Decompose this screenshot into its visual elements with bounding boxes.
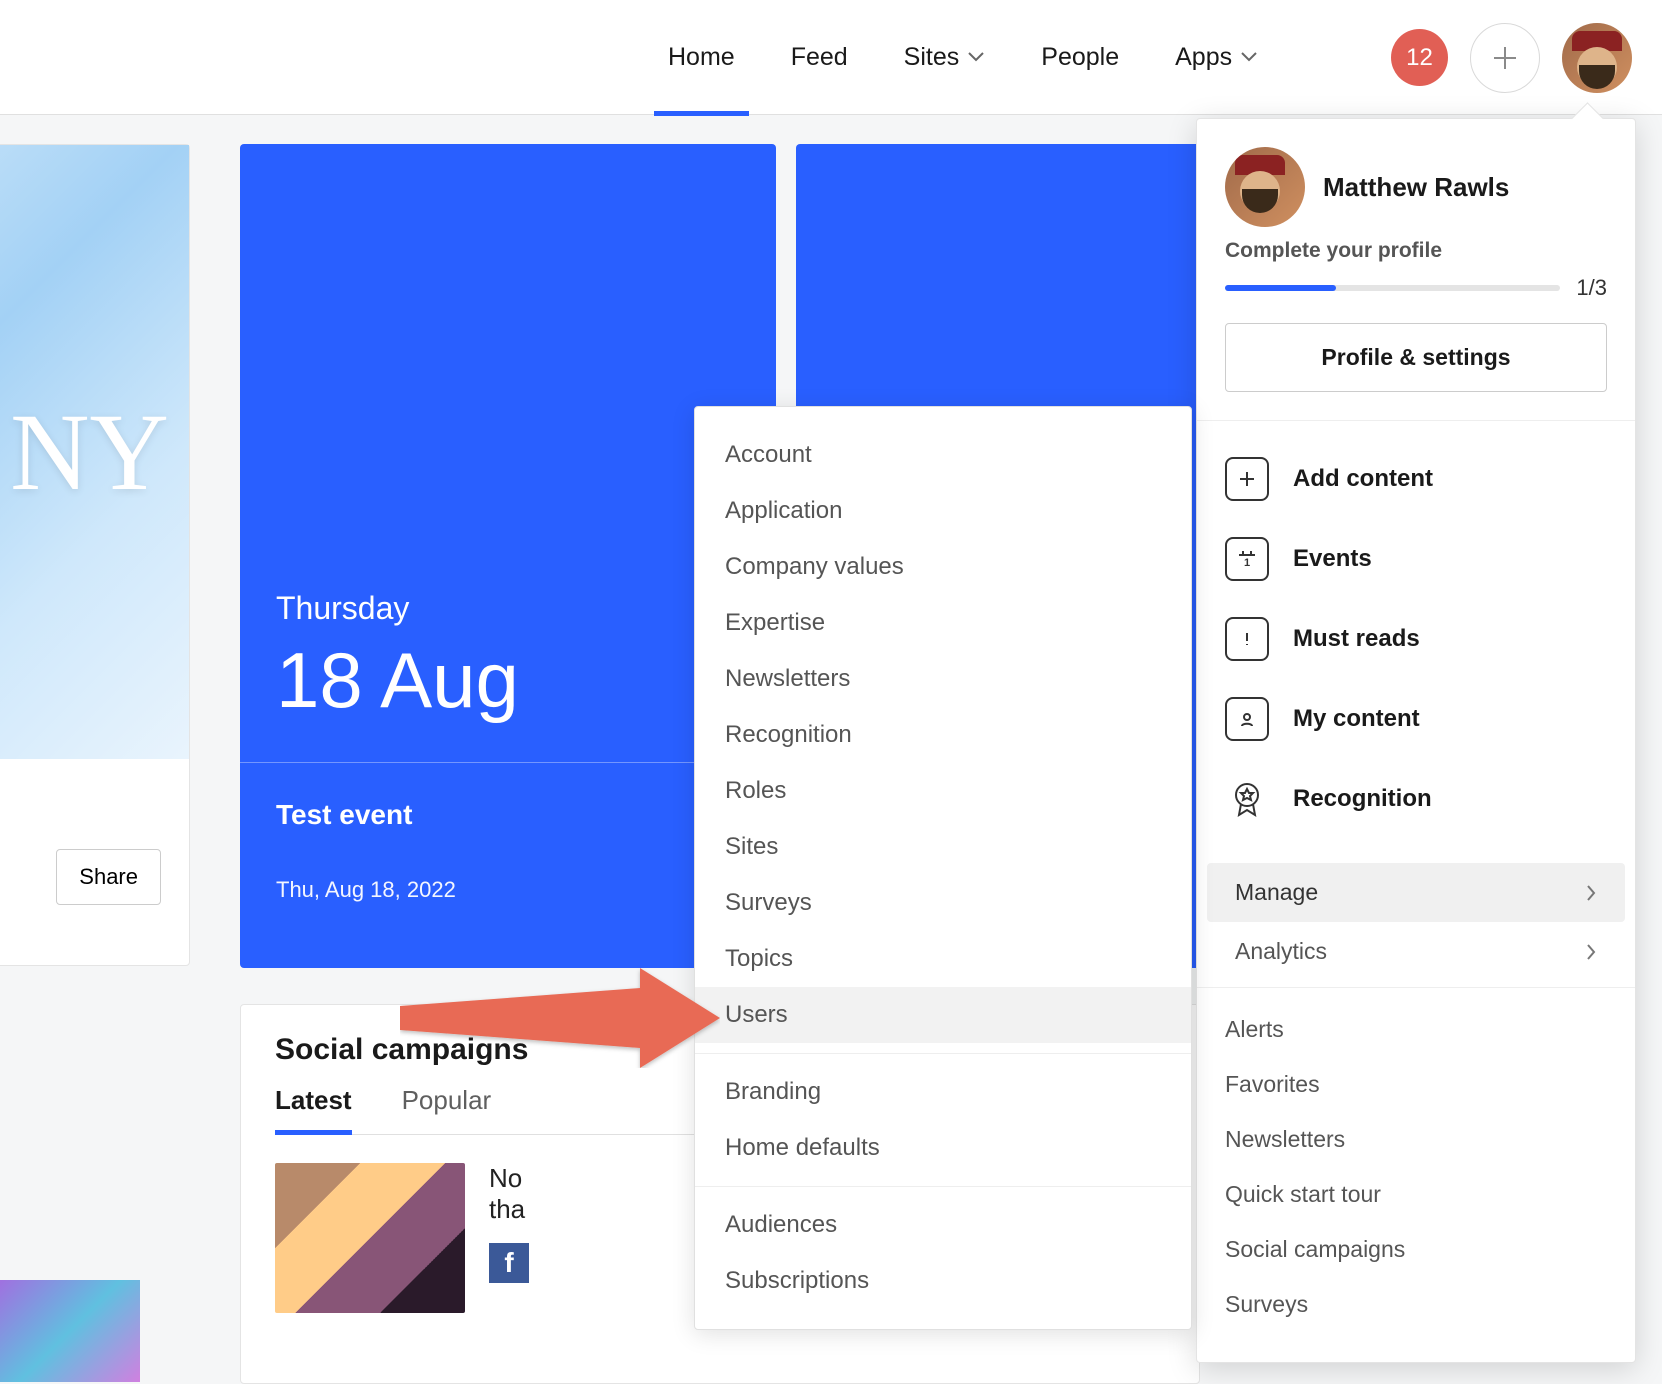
nav-label: Home xyxy=(668,43,735,72)
social-post-line2: tha xyxy=(489,1194,525,1224)
progress-bar xyxy=(1225,285,1560,291)
menu-surveys[interactable]: Surveys xyxy=(695,875,1191,931)
social-post-line1: No xyxy=(489,1163,522,1193)
user-link-list: Alerts Favorites Newsletters Quick start… xyxy=(1197,988,1635,1362)
user-menu: Matthew Rawls Complete your profile 1/3 … xyxy=(1196,118,1636,1363)
thumbnail-image xyxy=(0,1280,140,1382)
calendar-icon: 1 xyxy=(1225,537,1269,581)
card-hero: NY xyxy=(0,145,189,759)
user-menu-header: Matthew Rawls xyxy=(1197,119,1635,235)
menu-sites[interactable]: Sites xyxy=(695,819,1191,875)
submenu-label: Analytics xyxy=(1235,938,1327,965)
event-date: 18 Aug xyxy=(276,635,740,726)
item-must-reads[interactable]: Must reads xyxy=(1197,599,1635,679)
notification-badge[interactable]: 12 xyxy=(1391,29,1448,86)
avatar xyxy=(1225,147,1305,227)
item-label: Must reads xyxy=(1293,625,1420,653)
card-logo: NY xyxy=(10,389,169,516)
item-label: My content xyxy=(1293,705,1420,733)
progress-fill xyxy=(1225,285,1336,291)
progress-text: 1/3 xyxy=(1576,275,1607,301)
plus-icon xyxy=(1490,43,1520,73)
link-alerts[interactable]: Alerts xyxy=(1197,1002,1635,1057)
badge-count: 12 xyxy=(1406,44,1433,72)
item-events[interactable]: 1 Events xyxy=(1197,519,1635,599)
user-icon-list: Add content 1 Events Must reads My conte… xyxy=(1197,421,1635,857)
user-name: Matthew Rawls xyxy=(1323,172,1509,203)
link-surveys[interactable]: Surveys xyxy=(1197,1277,1635,1332)
menu-subscriptions[interactable]: Subscriptions xyxy=(695,1253,1191,1309)
tab-popular[interactable]: Popular xyxy=(402,1085,492,1134)
social-post-text: No tha f xyxy=(489,1163,529,1313)
share-label: Share xyxy=(79,864,138,889)
item-label: Recognition xyxy=(1293,785,1432,813)
menu-company-values[interactable]: Company values xyxy=(695,539,1191,595)
nav-label: People xyxy=(1041,43,1119,72)
profile-settings-button[interactable]: Profile & settings xyxy=(1225,323,1607,392)
card-worklife[interactable]: NY Work Life a… Share xyxy=(0,144,190,966)
menu-recognition[interactable]: Recognition xyxy=(695,707,1191,763)
alert-box-icon xyxy=(1225,617,1269,661)
chevron-right-icon xyxy=(1585,943,1597,961)
item-label: Events xyxy=(1293,545,1372,573)
profile-progress: 1/3 xyxy=(1197,263,1635,301)
facebook-icon: f xyxy=(489,1243,529,1283)
manage-submenu: Account Application Company values Exper… xyxy=(694,406,1192,1330)
card-title: Work Life a… xyxy=(0,759,189,815)
nav-label: Feed xyxy=(791,43,848,72)
link-newsletters[interactable]: Newsletters xyxy=(1197,1112,1635,1167)
nav-people[interactable]: People xyxy=(1013,0,1147,115)
menu-newsletters[interactable]: Newsletters xyxy=(695,651,1191,707)
avatar-button[interactable] xyxy=(1562,23,1632,93)
profile-settings-label: Profile & settings xyxy=(1321,344,1510,370)
menu-topics[interactable]: Topics xyxy=(695,931,1191,987)
nav-apps[interactable]: Apps xyxy=(1147,0,1286,115)
submenu-group-3: Audiences Subscriptions xyxy=(695,1186,1191,1309)
event-day: Thursday xyxy=(276,590,740,627)
item-recognition[interactable]: Recognition xyxy=(1197,759,1635,839)
submenu-analytics[interactable]: Analytics xyxy=(1207,922,1625,981)
submenu-group-2: Branding Home defaults xyxy=(695,1053,1191,1176)
menu-expertise[interactable]: Expertise xyxy=(695,595,1191,651)
menu-branding[interactable]: Branding xyxy=(695,1064,1191,1120)
link-favorites[interactable]: Favorites xyxy=(1197,1057,1635,1112)
share-button[interactable]: Share xyxy=(56,849,161,905)
folder-user-icon xyxy=(1225,697,1269,741)
top-nav: Home Feed Sites People Apps 12 xyxy=(0,0,1662,115)
menu-users[interactable]: Users xyxy=(695,987,1191,1043)
nav-feed[interactable]: Feed xyxy=(763,0,876,115)
submenu-label: Manage xyxy=(1235,879,1318,906)
add-button[interactable] xyxy=(1470,23,1540,93)
link-social-campaigns[interactable]: Social campaigns xyxy=(1197,1222,1635,1277)
award-badge-icon xyxy=(1225,777,1269,821)
chevron-down-icon xyxy=(1240,51,1258,63)
item-label: Add content xyxy=(1293,465,1433,493)
plus-box-icon xyxy=(1225,457,1269,501)
menu-account[interactable]: Account xyxy=(695,427,1191,483)
nav-label: Sites xyxy=(904,43,960,72)
nav-label: Apps xyxy=(1175,43,1232,72)
tab-latest[interactable]: Latest xyxy=(275,1085,352,1135)
menu-roles[interactable]: Roles xyxy=(695,763,1191,819)
item-add-content[interactable]: Add content xyxy=(1197,439,1635,519)
chevron-right-icon xyxy=(1585,884,1597,902)
chevron-down-icon xyxy=(967,51,985,63)
event-dateline: Thu, Aug 18, 2022 xyxy=(276,877,740,903)
nav-home[interactable]: Home xyxy=(640,0,763,115)
event-title: Test event xyxy=(276,799,740,831)
menu-home-defaults[interactable]: Home defaults xyxy=(695,1120,1191,1176)
link-quick-start-tour[interactable]: Quick start tour xyxy=(1197,1167,1635,1222)
social-post-image xyxy=(275,1163,465,1313)
menu-application[interactable]: Application xyxy=(695,483,1191,539)
nav-actions: 12 xyxy=(1391,0,1632,115)
svg-text:1: 1 xyxy=(1244,557,1250,569)
menu-audiences[interactable]: Audiences xyxy=(695,1197,1191,1253)
nav-sites[interactable]: Sites xyxy=(876,0,1014,115)
submenu-manage[interactable]: Manage xyxy=(1207,863,1625,922)
user-submenu-list: Manage Analytics xyxy=(1197,857,1635,987)
profile-prompt: Complete your profile xyxy=(1197,235,1635,263)
submenu-group-1: Account Application Company values Exper… xyxy=(695,427,1191,1043)
item-my-content[interactable]: My content xyxy=(1197,679,1635,759)
